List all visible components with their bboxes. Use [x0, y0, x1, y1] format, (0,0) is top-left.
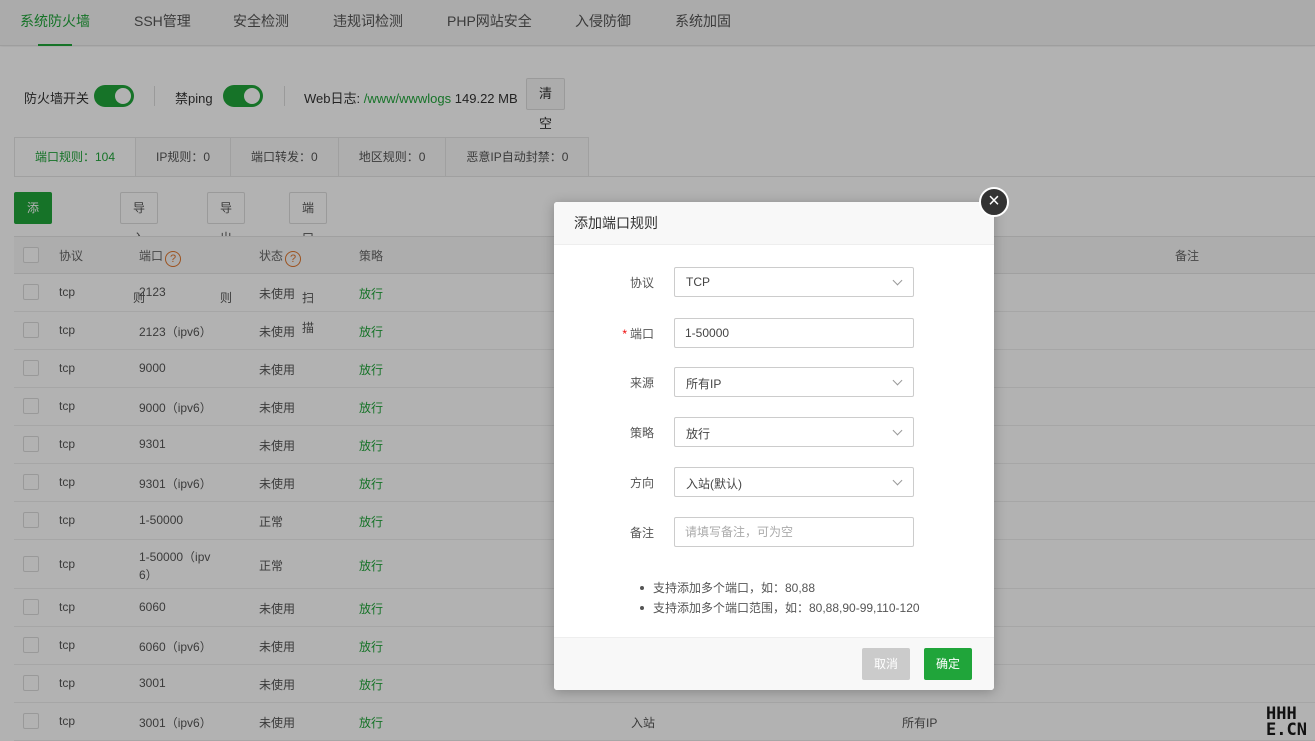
port-label: * 端口: [622, 325, 654, 342]
protocol-label: 协议: [629, 276, 654, 290]
policy-row: 策略 放行: [554, 417, 994, 447]
direction-row: 方向 入站(默认): [554, 467, 994, 497]
source-row: 来源 所有IP: [554, 367, 994, 397]
close-icon: ×: [988, 190, 1000, 212]
watermark-line: E.CN: [1266, 720, 1307, 740]
tip-item: 支持添加多个端口，如：80,88: [638, 580, 920, 600]
watermark-logo: HHH E.CN: [1266, 706, 1315, 740]
protocol-select[interactable]: TCP: [674, 267, 914, 297]
chevron-down-icon: [892, 425, 903, 436]
policy-label: 策略: [629, 426, 654, 440]
dialog-title: 添加端口规则: [554, 202, 994, 245]
policy-select[interactable]: 放行: [674, 417, 914, 447]
port-input-box: [674, 318, 914, 348]
required-asterisk: *: [622, 327, 627, 341]
direction-select[interactable]: 入站(默认): [674, 467, 914, 497]
direction-value: 入站(默认): [686, 477, 742, 491]
port-label-text: 端口: [629, 327, 654, 341]
policy-value: 放行: [686, 427, 711, 441]
chevron-down-icon: [892, 475, 903, 486]
cancel-button[interactable]: 取消: [862, 648, 911, 680]
tip-item: 支持添加多个端口范围，如：80,88,90-99,110-120: [638, 600, 920, 620]
direction-label: 方向: [629, 476, 654, 490]
port-row: * 端口: [554, 318, 994, 348]
remark-input-box: [674, 517, 914, 547]
port-input[interactable]: [685, 319, 905, 347]
dialog-footer: 取消 确定: [554, 637, 994, 690]
close-dialog-button[interactable]: ×: [979, 187, 1009, 217]
chevron-down-icon: [892, 275, 903, 286]
protocol-row: 协议 TCP: [554, 267, 994, 297]
add-port-rule-dialog: 添加端口规则 协议 TCP *端口 来源 所有IP 策略 放行 方向 入站(默认…: [554, 202, 994, 690]
remark-label: 备注: [629, 526, 654, 540]
source-select[interactable]: 所有IP: [674, 367, 914, 397]
tips-list: 支持添加多个端口，如：80,88 支持添加多个端口范围，如：80,88,90-9…: [638, 580, 920, 620]
source-value: 所有IP: [686, 377, 722, 391]
source-label: 来源: [629, 376, 654, 390]
remark-input[interactable]: [685, 518, 905, 546]
protocol-value: TCP: [686, 275, 710, 289]
confirm-button[interactable]: 确定: [924, 648, 973, 680]
chevron-down-icon: [892, 375, 903, 386]
remark-row: 备注: [554, 517, 994, 547]
